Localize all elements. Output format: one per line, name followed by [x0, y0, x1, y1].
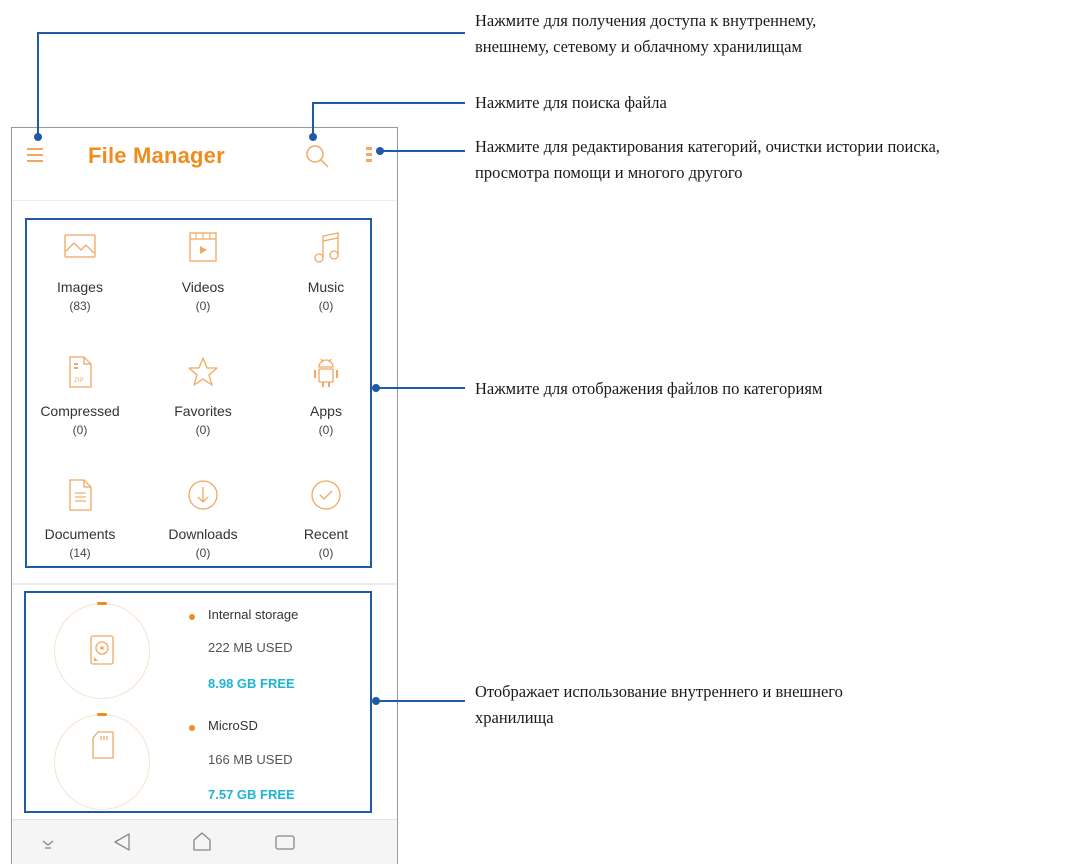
app-bar: File Manager — [12, 128, 397, 186]
callout-storage-usage: Отображает использование внутреннего и в… — [475, 679, 843, 731]
storage-highlight-box — [24, 591, 372, 813]
callout-line: Нажмите для получения доступа к внутренн… — [475, 11, 817, 30]
callout-search: Нажмите для поиска файла — [475, 93, 667, 112]
collapse-icon[interactable] — [28, 820, 68, 864]
home-icon[interactable] — [182, 820, 222, 864]
connector-line — [380, 150, 465, 152]
connector-line — [312, 103, 314, 137]
callout-line: внешнему, сетевому и облачному хранилища… — [475, 37, 802, 56]
back-icon[interactable] — [103, 820, 143, 864]
callout-line: Отображает использование внутреннего и в… — [475, 682, 843, 701]
categories-highlight-box — [25, 218, 372, 568]
callout-line: Нажмите для редактирования категорий, оч… — [475, 137, 940, 156]
connector-line — [376, 387, 465, 389]
callout-menu: Нажмите для редактирования категорий, оч… — [475, 134, 940, 186]
callout-line: хранилища — [475, 708, 554, 727]
more-options-icon[interactable] — [364, 144, 374, 168]
callout-storage-access: Нажмите для получения доступа к внутренн… — [475, 8, 816, 60]
navigation-bar — [12, 819, 397, 864]
callout-categories: Нажмите для отображения файлов по катего… — [475, 379, 823, 398]
connector-line — [37, 33, 39, 137]
search-icon[interactable] — [303, 142, 331, 170]
connector-line — [376, 700, 465, 702]
divider — [12, 583, 397, 585]
divider — [12, 200, 397, 201]
recents-icon[interactable] — [265, 820, 305, 864]
page-title: File Manager — [88, 143, 225, 168]
callout-line: просмотра помощи и многого другого — [475, 163, 743, 182]
hamburger-menu-icon[interactable] — [27, 148, 43, 162]
connector-line — [312, 102, 465, 104]
connector-line — [37, 32, 465, 34]
